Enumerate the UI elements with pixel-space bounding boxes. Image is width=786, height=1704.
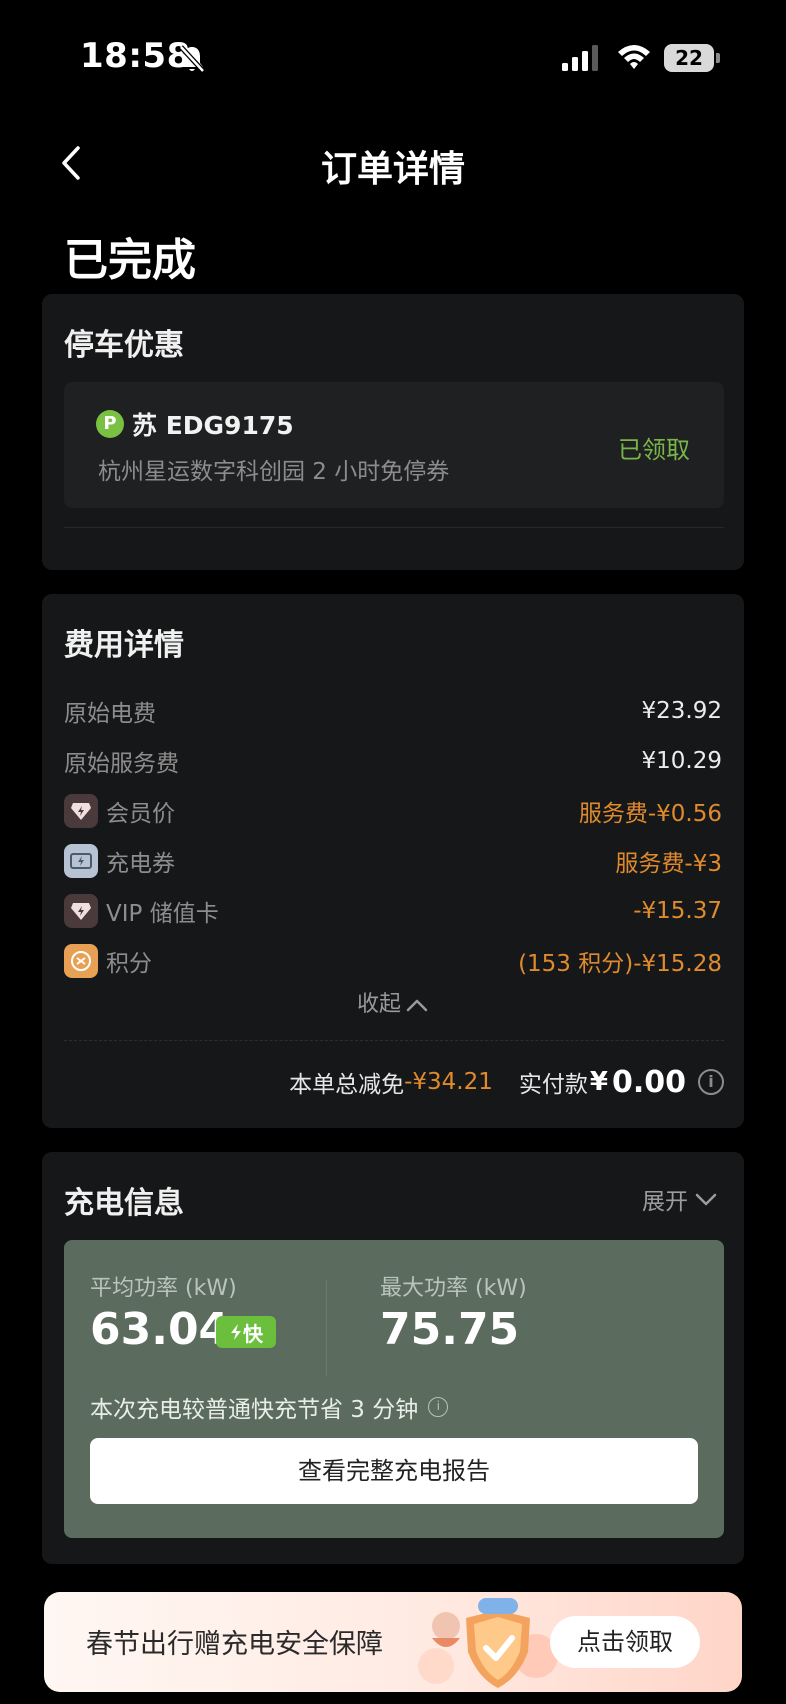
expand-toggle[interactable]: 展开 — [642, 1182, 718, 1216]
fee-label: 充电券 — [106, 851, 175, 877]
charging-stats-panel: 平均功率 (kW) 63.04 快 最大功率 (kW) 75.75 本次充电较普… — [64, 1240, 724, 1538]
fee-label: 积分 — [106, 951, 152, 977]
battery-level: 22 — [664, 44, 714, 72]
collapse-toggle[interactable]: 收起 — [42, 986, 744, 1018]
charging-title: 充电信息 — [64, 1186, 184, 1221]
nav-bar: 订单详情 — [0, 130, 786, 196]
fee-value: ¥10.29 — [641, 748, 722, 774]
fee-label: 原始服务费 — [64, 751, 179, 777]
lightning-icon — [231, 1324, 241, 1340]
view-report-button[interactable]: 查看完整充电报告 — [90, 1438, 698, 1504]
collapse-label: 收起 — [356, 992, 401, 1017]
fee-value: (153 积分)-¥15.28 — [518, 951, 722, 977]
plate-number: 苏 EDG9175 — [132, 411, 294, 440]
avg-power-label: 平均功率 (kW) — [90, 1276, 237, 1301]
fee-label: 原始电费 — [64, 701, 156, 727]
claim-button[interactable]: 点击领取 — [550, 1616, 700, 1668]
paid-label: 实付款 — [518, 1072, 588, 1098]
max-power-value: 75.75 — [380, 1304, 520, 1355]
fee-title: 费用详情 — [64, 628, 184, 663]
parking-p-icon: P — [96, 410, 124, 438]
fee-row-member: 会员价 服务费-¥0.56 — [64, 794, 722, 828]
signal-icon — [562, 45, 598, 71]
info-icon[interactable]: i — [698, 1069, 724, 1095]
saving-note: 本次充电较普通快充节省 3 分钟 i — [90, 1390, 449, 1424]
fee-label: VIP 储值卡 — [106, 901, 219, 927]
battery-icon: 22 — [664, 44, 720, 72]
points-icon — [64, 944, 98, 978]
fee-row-service: 原始服务费 ¥10.29 — [64, 744, 722, 778]
expand-label: 展开 — [642, 1189, 688, 1215]
vip-card-icon — [64, 894, 98, 928]
fee-value: 服务费-¥0.56 — [578, 801, 722, 827]
coupon-description: 杭州星运数字科创园 2 小时免停券 — [98, 459, 450, 485]
status-bar: 18:58 22 — [0, 0, 786, 116]
fast-label: 快 — [243, 1321, 263, 1346]
fee-details-card: 费用详情 原始电费 ¥23.92 原始服务费 ¥10.29 会员价 服务费-¥0… — [42, 594, 744, 1128]
fee-value: ¥23.92 — [641, 698, 722, 724]
parking-title: 停车优惠 — [64, 328, 184, 363]
total-discount-label: 本单总减免 — [289, 1072, 405, 1098]
parking-coupon[interactable]: P 苏 EDG9175 杭州星运数字科创园 2 小时免停券 已领取 — [64, 382, 724, 508]
saving-text: 本次充电较普通快充节省 3 分钟 — [90, 1397, 419, 1423]
order-status: 已完成 — [64, 235, 196, 286]
total-summary: 本单总减免 -¥34.21 实付款 ¥ 0.00 i — [289, 1062, 724, 1102]
page-title: 订单详情 — [320, 149, 465, 190]
dashed-divider — [64, 1040, 724, 1041]
divider — [326, 1280, 327, 1376]
chevron-up-icon — [406, 999, 428, 1012]
member-diamond-icon — [64, 794, 98, 828]
paid-currency: ¥ — [589, 1067, 608, 1097]
bell-off-icon — [179, 45, 205, 73]
claim-status: 已领取 — [618, 436, 690, 464]
info-icon[interactable]: i — [428, 1397, 449, 1417]
safety-shield-illustration — [418, 1598, 558, 1688]
max-power-label: 最大功率 (kW) — [380, 1276, 527, 1301]
promo-banner[interactable]: 春节出行赠充电安全保障 点击领取 — [44, 1592, 742, 1692]
divider — [64, 527, 724, 528]
wifi-icon — [618, 45, 650, 69]
promo-text: 春节出行赠充电安全保障 — [86, 1629, 383, 1660]
avg-power-value: 63.04 — [90, 1304, 230, 1355]
status-time: 18:58 — [80, 36, 191, 76]
fee-row-coupon: 充电券 服务费-¥3 — [64, 844, 722, 878]
chevron-down-icon — [695, 1193, 717, 1206]
fee-row-electricity: 原始电费 ¥23.92 — [64, 694, 722, 728]
total-discount-value: -¥34.21 — [404, 1069, 493, 1095]
fee-row-vip: VIP 储值卡 -¥15.37 — [64, 894, 722, 928]
charging-info-card: 充电信息 展开 平均功率 (kW) 63.04 快 最大功率 (kW) 75.7… — [42, 1152, 744, 1564]
parking-discount-card: 停车优惠 P 苏 EDG9175 杭州星运数字科创园 2 小时免停券 已领取 — [42, 294, 744, 570]
fee-row-points: 积分 (153 积分)-¥15.28 — [64, 944, 722, 978]
charge-coupon-icon — [64, 844, 98, 878]
paid-value: 0.00 — [611, 1064, 686, 1100]
fast-charge-badge: 快 — [216, 1316, 276, 1348]
fee-label: 会员价 — [106, 801, 175, 827]
fee-value: 服务费-¥3 — [615, 851, 722, 877]
fee-value: -¥15.37 — [633, 898, 722, 924]
